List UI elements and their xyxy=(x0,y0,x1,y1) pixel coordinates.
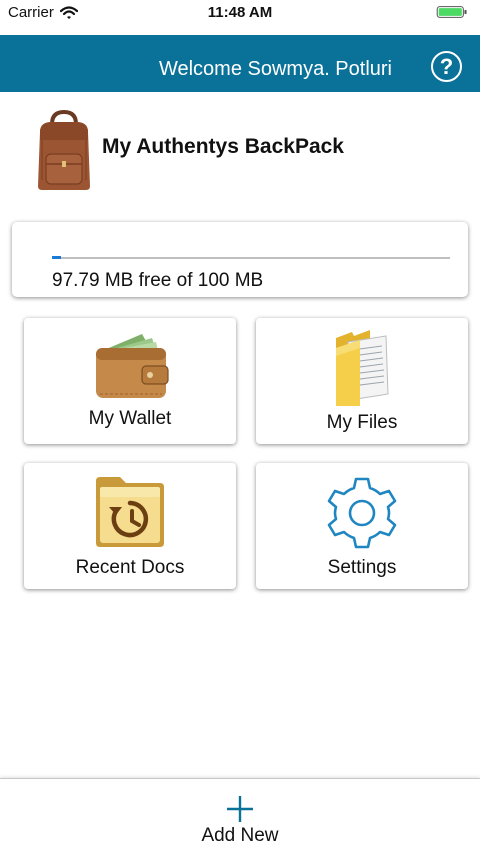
recent-docs-label: Recent Docs xyxy=(75,557,185,578)
help-button[interactable]: ? xyxy=(431,51,462,82)
my-wallet-label: My Wallet xyxy=(88,408,172,429)
app-header: Welcome Sowmya. Potluri ? xyxy=(0,35,480,92)
status-bar: Carrier 11:48 AM xyxy=(0,0,480,35)
welcome-text: Welcome Sowmya. Potluri xyxy=(158,58,392,80)
add-new-label: Add New xyxy=(201,825,279,846)
my-wallet-tile[interactable]: My Wallet xyxy=(24,318,236,444)
recent-docs-tile[interactable]: Recent Docs xyxy=(24,463,236,589)
backpack-title: My Authentys BackPack xyxy=(102,135,344,158)
gear-icon xyxy=(327,477,397,549)
folder-icon xyxy=(336,330,389,406)
storage-text: 97.79 MB free of 100 MB xyxy=(52,270,264,291)
storage-progress-fill xyxy=(52,256,61,259)
wallet-icon xyxy=(96,334,169,398)
my-files-tile[interactable]: My Files xyxy=(256,318,468,444)
battery-icon xyxy=(436,6,467,18)
storage-card: 97.79 MB free of 100 MB xyxy=(12,222,468,297)
app-screen: Carrier 11:48 AM Welcome Sowmya. Potluri… xyxy=(0,0,480,853)
settings-label: Settings xyxy=(327,557,397,578)
backpack-header: My Authentys BackPack xyxy=(32,108,452,196)
backpack-icon xyxy=(38,110,90,190)
my-files-label: My Files xyxy=(326,412,398,433)
recent-docs-icon xyxy=(96,477,164,547)
add-new-button[interactable]: Add New xyxy=(0,778,480,853)
settings-tile[interactable]: Settings xyxy=(256,463,468,589)
plus-icon xyxy=(227,796,253,822)
status-time: 11:48 AM xyxy=(207,4,273,21)
storage-progress-bar xyxy=(52,256,450,259)
